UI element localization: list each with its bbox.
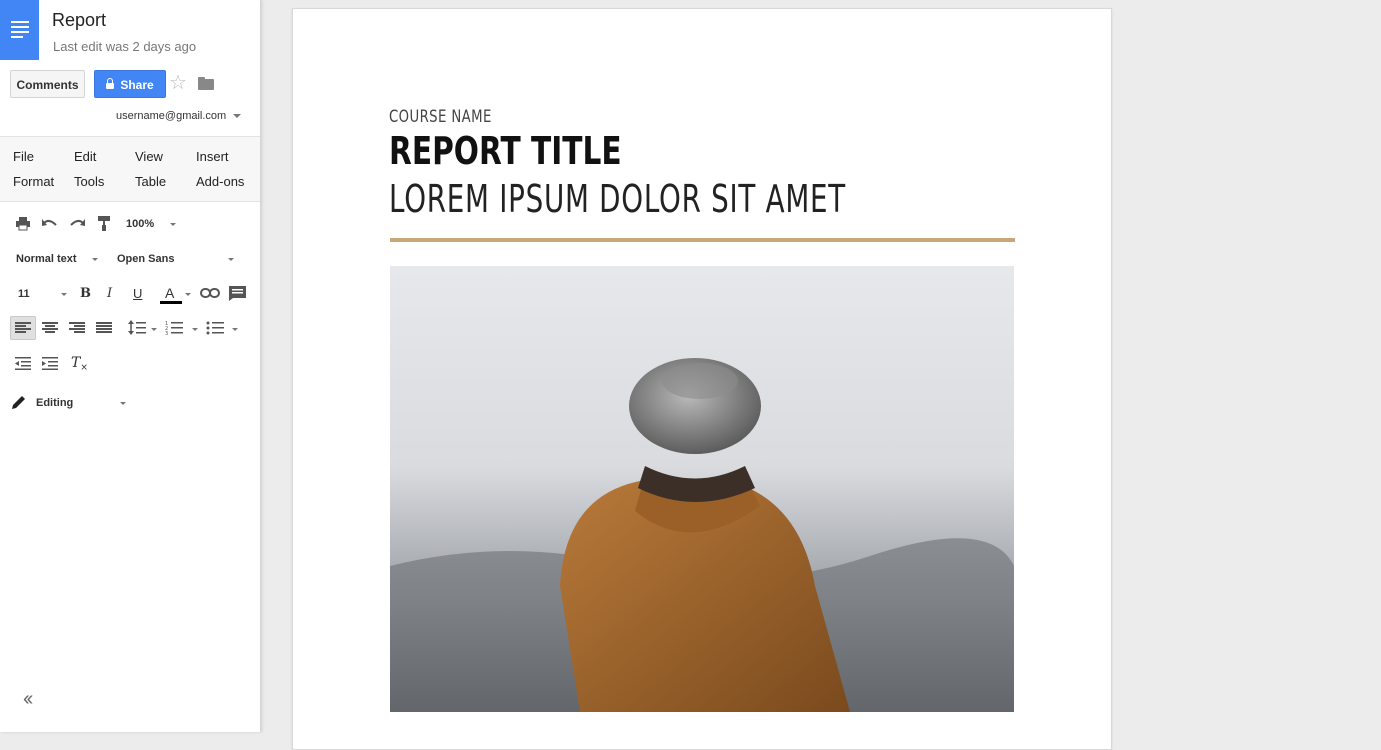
mode-chevron-icon[interactable]	[120, 402, 126, 405]
document-page[interactable]: COURSE NAME REPORT TITLE LOREM IPSUM DOL…	[292, 8, 1112, 750]
svg-text:3: 3	[165, 331, 168, 336]
font-chevron-icon[interactable]	[228, 258, 234, 261]
bold-icon[interactable]: B	[80, 286, 91, 301]
editing-mode-select[interactable]: Editing	[36, 397, 73, 409]
line-spacing-icon[interactable]	[128, 320, 146, 336]
justify-icon[interactable]	[96, 322, 112, 334]
menu-file[interactable]: File	[13, 149, 34, 164]
lock-icon	[106, 78, 115, 89]
menu-tools[interactable]: Tools	[74, 174, 104, 189]
divider-rule	[390, 238, 1015, 242]
zoom-chevron-icon[interactable]	[170, 223, 176, 226]
link-icon[interactable]	[200, 288, 220, 298]
document-title[interactable]: Report	[52, 10, 106, 31]
undo-icon[interactable]	[42, 217, 58, 229]
account-email: username@gmail.com	[116, 110, 227, 122]
text-color-chevron-icon[interactable]	[185, 293, 191, 296]
align-center-icon[interactable]	[42, 322, 58, 334]
paint-format-icon[interactable]	[97, 215, 111, 232]
menu-bar: File Edit View Insert Format Tools Table…	[0, 136, 260, 202]
decrease-indent-icon[interactable]	[15, 357, 31, 370]
numbered-list-icon[interactable]: 123	[165, 320, 183, 336]
pencil-icon[interactable]	[12, 395, 26, 409]
chevron-down-icon	[233, 114, 242, 118]
align-right-icon[interactable]	[69, 322, 85, 334]
collapse-icon[interactable]: ‹‹	[23, 688, 33, 711]
comment-icon[interactable]	[229, 286, 246, 301]
align-left-icon[interactable]	[15, 322, 31, 334]
style-chevron-icon[interactable]	[92, 258, 98, 261]
menu-view[interactable]: View	[135, 149, 163, 164]
account-switcher[interactable]: username@gmail.com	[116, 110, 242, 122]
underline-icon[interactable]: U	[133, 286, 142, 301]
report-subtitle: LOREM IPSUM DOLOR SIT AMET	[389, 177, 846, 221]
menu-insert[interactable]: Insert	[196, 149, 229, 164]
report-title: REPORT TITLE	[389, 129, 622, 173]
zoom-select[interactable]: 100%	[126, 218, 154, 230]
increase-indent-icon[interactable]	[42, 357, 58, 370]
menu-edit[interactable]: Edit	[74, 149, 96, 164]
menu-addons[interactable]: Add-ons	[196, 174, 244, 189]
font-select[interactable]: Open Sans	[117, 253, 174, 265]
numbered-list-chevron-icon[interactable]	[192, 328, 198, 331]
sidebar: Report Last edit was 2 days ago Comments…	[0, 0, 261, 732]
course-name: COURSE NAME	[389, 107, 492, 127]
clear-formatting-icon[interactable]: T×	[71, 355, 88, 373]
print-icon[interactable]	[15, 216, 31, 231]
last-edit-status[interactable]: Last edit was 2 days ago	[53, 39, 196, 54]
font-size-select[interactable]: 11	[18, 288, 30, 300]
italic-icon[interactable]: I	[107, 286, 112, 301]
font-size-chevron-icon[interactable]	[61, 293, 67, 296]
menu-table[interactable]: Table	[135, 174, 166, 189]
menu-format[interactable]: Format	[13, 174, 54, 189]
redo-icon[interactable]	[69, 217, 85, 229]
bulleted-list-chevron-icon[interactable]	[232, 328, 238, 331]
cover-photo	[390, 266, 1014, 712]
paragraph-style-select[interactable]: Normal text	[16, 253, 77, 265]
share-button[interactable]: Share	[94, 70, 166, 98]
comments-button[interactable]: Comments	[10, 70, 85, 98]
share-button-label: Share	[120, 78, 154, 92]
text-color-icon[interactable]: A	[165, 285, 174, 301]
bulleted-list-icon[interactable]	[206, 320, 224, 336]
docs-home-icon[interactable]	[0, 0, 39, 60]
line-spacing-chevron-icon[interactable]	[151, 328, 157, 331]
text-color-swatch	[160, 301, 182, 304]
star-icon[interactable]: ☆	[169, 72, 187, 94]
